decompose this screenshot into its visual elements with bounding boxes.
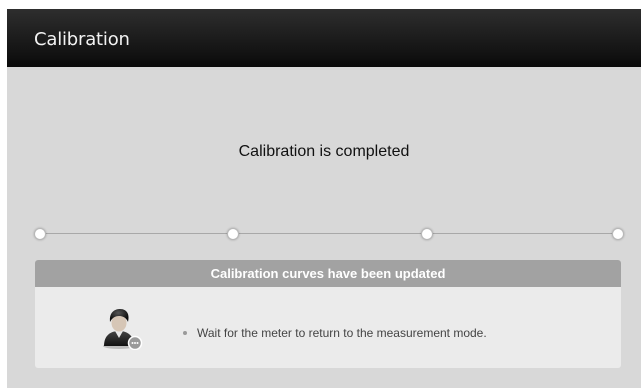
instruction-text: Wait for the meter to return to the meas… <box>197 326 487 340</box>
instruction-item: Wait for the meter to return to the meas… <box>183 326 487 340</box>
progress-line <box>40 233 616 234</box>
progress-indicator <box>34 228 624 240</box>
calibration-screen: Calibration Calibration is completed Cal… <box>7 9 641 388</box>
progress-step-1 <box>34 228 46 240</box>
user-chat-icon <box>103 309 143 350</box>
progress-step-2 <box>227 228 239 240</box>
info-panel: Calibration curves have been updated Wai… <box>35 260 621 368</box>
bullet-icon <box>183 331 187 335</box>
window-title: Calibration <box>34 29 130 50</box>
title-bar: Calibration <box>7 9 641 67</box>
progress-step-3 <box>421 228 433 240</box>
panel-header: Calibration curves have been updated <box>35 260 621 287</box>
status-message: Calibration is completed <box>238 143 410 160</box>
progress-step-4 <box>612 228 624 240</box>
